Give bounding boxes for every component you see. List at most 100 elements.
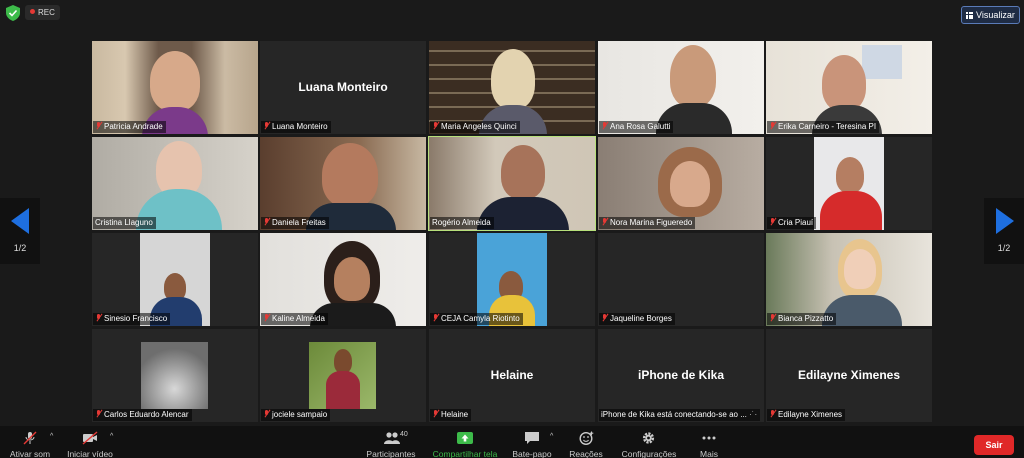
gear-icon (642, 432, 655, 444)
participants-label: Participantes (366, 449, 416, 458)
muted-microphone-icon (23, 431, 37, 445)
reactions-label: Reações (569, 449, 603, 458)
participant-tile[interactable]: Erika Carneiro - Teresina PI (766, 41, 932, 134)
muted-mic-icon (769, 410, 776, 418)
unmute-button[interactable]: Ativar som (6, 426, 54, 458)
share-screen-icon (457, 432, 473, 444)
view-button[interactable]: Visualizar (961, 6, 1020, 24)
participant-figure (670, 161, 710, 207)
shield-icon[interactable] (6, 5, 20, 21)
participant-name-label: Maria Angeles Quinci (430, 121, 520, 133)
muted-mic-icon (263, 122, 270, 130)
participant-name-label: Luana Monteiro (261, 121, 331, 133)
participant-figure (670, 45, 716, 107)
participant-name-label: Carlos Eduardo Alencar (93, 409, 192, 421)
participant-name-label: Kaline Almeida (261, 313, 328, 325)
share-screen-label: Compartilhar tela (432, 449, 498, 458)
participant-tile[interactable]: Jaqueline Borges (598, 233, 764, 326)
participant-tile[interactable]: iPhone de Kika iPhone de Kika está conec… (598, 329, 764, 422)
participant-video (141, 342, 208, 409)
more-dots-icon (702, 436, 716, 440)
participant-tile[interactable]: Cristina Llaguno (92, 137, 258, 230)
participants-icon (384, 432, 400, 444)
recording-label: REC (38, 8, 55, 17)
arrow-right-icon (996, 208, 1014, 234)
participant-figure (334, 349, 352, 373)
arrow-left-icon (11, 208, 29, 234)
participant-tile[interactable]: jociele sampaio (260, 329, 426, 422)
participant-figure (836, 157, 864, 193)
participants-button[interactable]: 40 Participantes (362, 426, 420, 458)
participant-figure (326, 371, 360, 409)
muted-mic-icon (432, 314, 439, 322)
participant-tile[interactable]: Sinesio Francisco (92, 233, 258, 326)
participant-tile[interactable]: CEJA Camyla Riotinto (429, 233, 595, 326)
unmute-label: Ativar som (9, 449, 51, 458)
muted-mic-icon (95, 410, 102, 418)
share-screen-button[interactable]: Compartilhar tela (428, 426, 502, 458)
muted-mic-icon (769, 218, 776, 226)
participant-tile[interactable]: Ana Rosa Galutti (598, 41, 764, 134)
participant-name-label: Patricia Andrade (93, 121, 166, 133)
participant-figure (322, 143, 378, 207)
top-bar: REC Visualizar (0, 0, 1024, 26)
settings-label: Configurações (621, 449, 677, 458)
participant-name-label: iPhone de Kika está conectando-se ao ...… (599, 409, 761, 421)
participant-name-label: Cristina Llaguno (93, 217, 156, 229)
participant-tile[interactable]: Helaine Helaine (429, 329, 595, 422)
participant-tile[interactable]: Bianca Pizzatto (766, 233, 932, 326)
grid-view-icon (966, 12, 973, 19)
muted-mic-icon (95, 314, 102, 322)
participant-tile[interactable]: Kaline Almeida (260, 233, 426, 326)
video-options-caret-icon[interactable]: ^ (110, 433, 113, 440)
muted-mic-icon (263, 314, 270, 322)
view-button-label: Visualizar (976, 10, 1015, 20)
page-indicator-left: 1/2 (13, 243, 27, 253)
chat-options-caret-icon[interactable]: ^ (550, 433, 553, 440)
participant-name-label: Rogério Almeida (430, 217, 494, 229)
page-indicator-right: 1/2 (997, 243, 1011, 253)
connecting-spinner-icon: ·˙· (749, 410, 758, 419)
wall-picture (862, 45, 902, 79)
previous-page-button[interactable]: 1/2 (0, 198, 40, 264)
muted-mic-icon (601, 122, 608, 130)
participant-name-label: Bianca Pizzatto (767, 313, 837, 325)
muted-mic-icon (95, 122, 102, 130)
participant-tile[interactable]: Daniela Freitas (260, 137, 426, 230)
participant-name-label: jociele sampaio (261, 409, 331, 421)
muted-mic-icon (263, 410, 270, 418)
participant-name-label: Ana Rosa Galutti (599, 121, 674, 133)
reactions-button[interactable]: Reações (566, 426, 606, 458)
leave-meeting-button[interactable]: Sair (974, 435, 1014, 455)
participant-tile[interactable]: Cria Piauí (766, 137, 932, 230)
meeting-toolbar: Ativar som ^ Iniciar vídeo ^ 40 Particip… (0, 426, 1024, 458)
participant-figure (844, 249, 876, 289)
settings-button[interactable]: Configurações (618, 426, 680, 458)
start-video-button[interactable]: Iniciar vídeo (64, 426, 116, 458)
participant-figure (501, 145, 545, 199)
muted-mic-icon (432, 410, 439, 418)
participant-figure (334, 257, 370, 301)
participant-tile[interactable]: Nora Marina Figueredo (598, 137, 764, 230)
participant-tile[interactable]: Maria Angeles Quinci (429, 41, 595, 134)
participant-figure (150, 51, 200, 111)
next-page-button[interactable]: 1/2 (984, 198, 1024, 264)
muted-mic-icon (601, 314, 608, 322)
participant-tile[interactable]: Luana Monteiro Luana Monteiro (260, 41, 426, 134)
participant-name-label: Daniela Freitas (261, 217, 329, 229)
active-speaker-tile[interactable]: Rogério Almeida (428, 136, 596, 231)
participant-tile[interactable]: Patricia Andrade (92, 41, 258, 134)
participant-name-label: Nora Marina Figueredo (599, 217, 696, 229)
chat-button[interactable]: Bate-papo (508, 426, 556, 458)
chat-label: Bate-papo (512, 449, 552, 458)
muted-mic-icon (263, 218, 270, 226)
recording-badge[interactable]: REC (25, 5, 60, 20)
participant-tile[interactable]: Edilayne Ximenes Edilayne Ximenes (766, 329, 932, 422)
audio-options-caret-icon[interactable]: ^ (50, 433, 53, 440)
participant-name-label: CEJA Camyla Riotinto (430, 313, 523, 325)
participant-tile[interactable]: Carlos Eduardo Alencar (92, 329, 258, 422)
muted-mic-icon (769, 122, 776, 130)
more-button[interactable]: Mais (690, 426, 728, 458)
muted-mic-icon (601, 218, 608, 226)
more-label: Mais (700, 449, 718, 458)
